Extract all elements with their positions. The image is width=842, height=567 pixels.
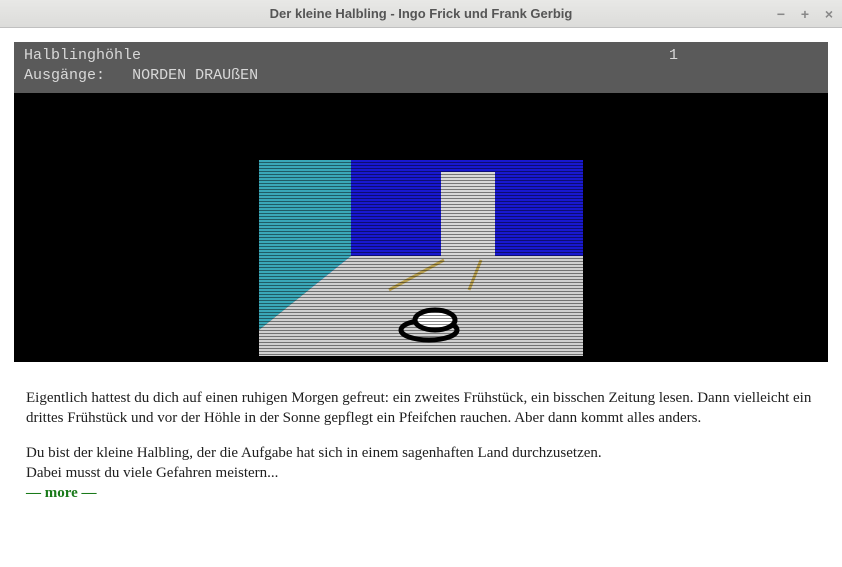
score-value: 1 xyxy=(669,46,818,66)
game-viewport: Halblinghöhle 1 Ausgänge: NORDEN DRAUßEN xyxy=(14,42,828,362)
scene-illustration xyxy=(259,160,583,356)
story-paragraph-3: Dabei musst du viele Gefahren meistern..… xyxy=(26,463,816,483)
status-row-location: Halblinghöhle 1 xyxy=(24,46,818,66)
status-bar: Halblinghöhle 1 Ausgänge: NORDEN DRAUßEN xyxy=(14,42,828,93)
window-title: Der kleine Halbling - Ingo Frick und Fra… xyxy=(270,6,573,21)
titlebar: Der kleine Halbling - Ingo Frick und Fra… xyxy=(0,0,842,28)
status-row-exits: Ausgänge: NORDEN DRAUßEN xyxy=(24,66,818,86)
maximize-button[interactable]: + xyxy=(798,6,812,22)
content-area: Halblinghöhle 1 Ausgänge: NORDEN DRAUßEN xyxy=(0,28,842,567)
more-prompt[interactable]: — more — xyxy=(26,485,97,501)
exits-label: Ausgänge: xyxy=(24,67,105,84)
window-controls: − + × xyxy=(774,0,836,27)
location-name: Halblinghöhle xyxy=(24,46,141,66)
exits-list: NORDEN DRAUßEN xyxy=(132,67,258,84)
app-window: Der kleine Halbling - Ingo Frick und Fra… xyxy=(0,0,842,567)
story-paragraph-2: Du bist der kleine Halbling, der die Auf… xyxy=(26,443,816,463)
story-text: Eigentlich hattest du dich auf einen ruh… xyxy=(0,362,842,513)
close-button[interactable]: × xyxy=(822,6,836,22)
minimize-button[interactable]: − xyxy=(774,6,788,22)
story-paragraph-1: Eigentlich hattest du dich auf einen ruh… xyxy=(26,388,816,429)
